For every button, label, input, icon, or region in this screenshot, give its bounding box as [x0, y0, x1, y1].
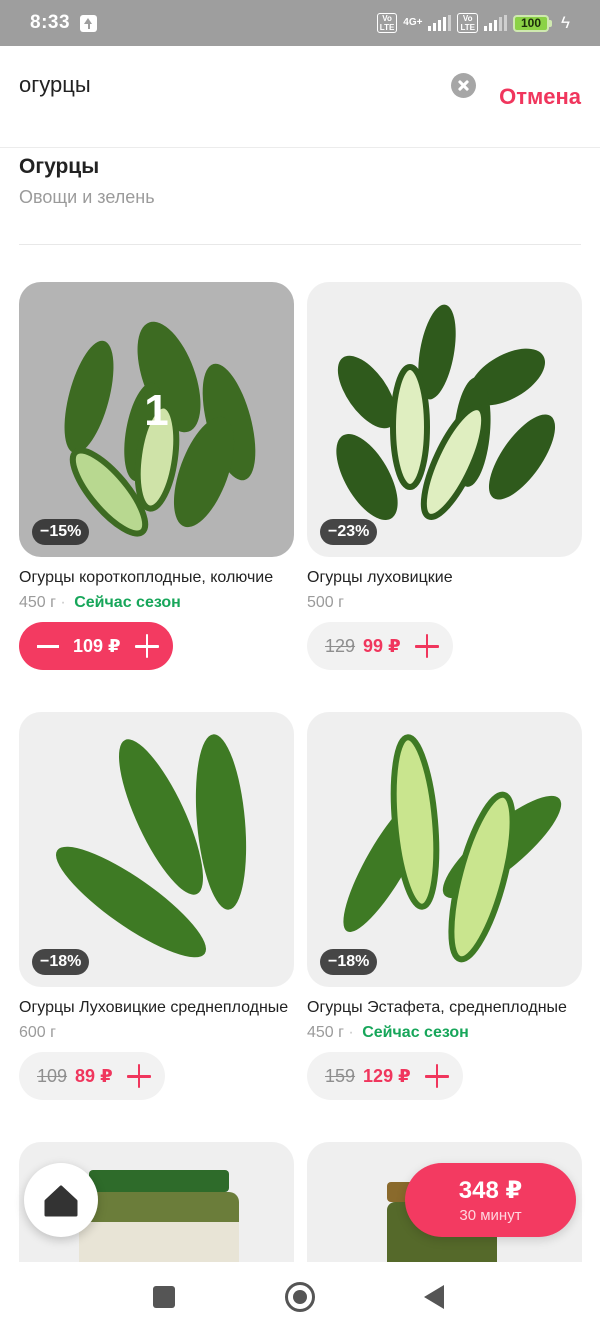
- product-weight: 600 г: [19, 1024, 56, 1041]
- product-name: Огурцы Эстафета, среднеплодные: [307, 999, 567, 1016]
- discount-badge: −23%: [320, 519, 378, 545]
- system-nav-bar: [0, 1262, 600, 1332]
- cucumber-image: [343, 734, 562, 963]
- product-card[interactable]: −18% Огурцы Луховицкие среднеплодные 600…: [19, 712, 294, 1100]
- minus-icon[interactable]: [37, 634, 59, 658]
- recent-apps-icon[interactable]: [153, 1286, 175, 1308]
- volte-icon: Vo LTE: [376, 13, 398, 33]
- home-button[interactable]: [24, 1163, 98, 1237]
- upload-icon: [80, 14, 98, 32]
- product-weight: 500 г: [307, 594, 344, 611]
- plus-icon[interactable]: [134, 634, 159, 658]
- cucumber-image: [56, 734, 247, 958]
- product-card[interactable]: 1 −15% Огурцы короткоплодные, колючие 45…: [19, 282, 294, 670]
- cart-quantity: 1: [144, 386, 169, 435]
- volte-icon-2: Vo LTE: [457, 13, 478, 33]
- quantity-stepper[interactable]: 109 ₽: [19, 622, 173, 670]
- product-card[interactable]: −23% Огурцы луховицкие 500 г 129 99 ₽: [307, 282, 582, 670]
- product-meta: 450 г · Сейчас сезон: [307, 1024, 469, 1041]
- plus-icon[interactable]: [414, 634, 439, 658]
- home-icon: [44, 1185, 78, 1217]
- product-image[interactable]: −18%: [307, 712, 582, 987]
- discount-badge: −18%: [32, 949, 90, 975]
- old-price: 109: [37, 1065, 68, 1086]
- discount-badge: −18%: [320, 949, 378, 975]
- product-price: 129 ₽: [363, 1065, 411, 1086]
- product-weight: 450 г: [19, 594, 56, 611]
- season-label: Сейчас сезон: [362, 1024, 469, 1041]
- product-weight: 450 г: [307, 1024, 344, 1041]
- search-input[interactable]: огурцы: [19, 72, 91, 98]
- discount-badge: −15%: [32, 519, 90, 545]
- product-name: Огурцы короткоплодные, колючие: [19, 569, 274, 586]
- category-suggestion[interactable]: Огурцы Овощи и зелень: [19, 155, 581, 245]
- add-to-cart-button[interactable]: 109 89 ₽: [19, 1052, 165, 1100]
- category-title: Огурцы: [19, 155, 100, 178]
- product-price: 109 ₽: [73, 635, 121, 656]
- product-price: 99 ₽: [363, 635, 401, 656]
- cancel-button[interactable]: Отмена: [499, 84, 581, 110]
- category-subtitle: Овощи и зелень: [19, 187, 155, 207]
- status-icons: Vo LTE 4G+ Vo LTE 100 ϟ: [376, 13, 570, 33]
- cucumber-image: [336, 304, 556, 520]
- product-name: Огурцы луховицкие: [307, 569, 453, 586]
- status-time: 8:33: [30, 12, 71, 33]
- search-header: огурцы Отмена: [0, 46, 600, 148]
- plus-icon[interactable]: [424, 1064, 449, 1088]
- old-price: 129: [325, 635, 356, 656]
- season-label: Сейчас сезон: [74, 594, 181, 611]
- clear-search-icon[interactable]: [451, 73, 476, 98]
- delivery-time: 30 минут: [459, 1207, 522, 1224]
- add-to-cart-button[interactable]: 129 99 ₽: [307, 622, 453, 670]
- network-type: 4G+: [403, 17, 423, 28]
- product-name: Огурцы Луховицкие среднеплодные: [19, 999, 289, 1016]
- product-price: 89 ₽: [75, 1065, 113, 1086]
- signal-icon-2: [484, 15, 507, 31]
- old-price: 159: [325, 1065, 356, 1086]
- battery-icon: 100: [513, 14, 552, 32]
- product-image[interactable]: −23%: [307, 282, 582, 557]
- back-icon[interactable]: [424, 1285, 444, 1309]
- system-home-icon[interactable]: [285, 1282, 315, 1312]
- product-meta: 450 г · Сейчас сезон: [19, 594, 181, 611]
- cart-total: 348 ₽: [458, 1177, 523, 1204]
- charging-icon: ϟ: [561, 13, 570, 32]
- signal-icon: [428, 15, 452, 31]
- add-to-cart-button[interactable]: 159 129 ₽: [307, 1052, 463, 1100]
- screen: 8:33 Vo LTE 4G+ Vo LTE 100 ϟ огурцы Отмена…: [0, 0, 600, 1332]
- product-image[interactable]: 1 −15%: [19, 282, 294, 557]
- status-bar: 8:33 Vo LTE 4G+ Vo LTE 100 ϟ: [0, 0, 600, 46]
- plus-icon[interactable]: [126, 1064, 151, 1088]
- product-image[interactable]: −18%: [19, 712, 294, 987]
- product-card[interactable]: −18% Огурцы Эстафета, среднеплодные 450 …: [307, 712, 582, 1100]
- battery-level: 100: [513, 14, 549, 32]
- cart-button[interactable]: 348 ₽ 30 минут: [405, 1163, 576, 1237]
